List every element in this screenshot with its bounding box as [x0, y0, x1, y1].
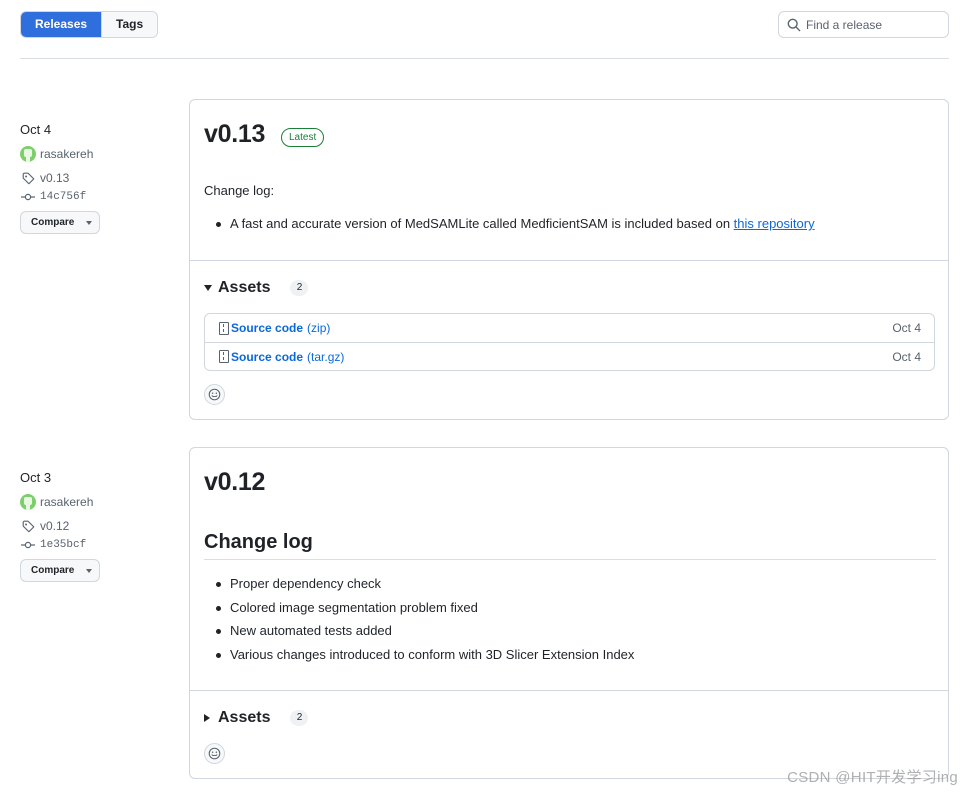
assets-toggle[interactable]: Assets 2 — [204, 708, 309, 728]
toolbar-divider — [20, 58, 949, 59]
changelog-item-text: A fast and accurate version of MedSAMLit… — [230, 216, 734, 231]
search-icon — [787, 18, 801, 32]
release-meta: Oct 4 rasakereh v0.13 14c756f Compare — [20, 122, 160, 234]
changelog-heading: Change log — [204, 531, 313, 553]
heading-underline — [204, 559, 936, 560]
section-divider — [190, 260, 948, 261]
author-name[interactable]: rasakereh — [40, 495, 93, 509]
release-commit[interactable]: 14c756f — [20, 189, 160, 205]
search-input[interactable] — [806, 16, 944, 33]
compare-button[interactable]: Compare — [20, 211, 100, 234]
author-name[interactable]: rasakereh — [40, 147, 93, 161]
file-zip-icon — [219, 350, 229, 363]
list-item: Colored image segmentation problem fixed — [204, 600, 634, 624]
tags-tab[interactable]: Tags — [101, 12, 158, 37]
tag-label[interactable]: v0.13 — [40, 171, 69, 185]
releases-tags-toggle: Releases Tags — [20, 11, 159, 38]
repository-link[interactable]: this repository — [734, 216, 815, 231]
release-date: Oct 4 — [20, 122, 52, 137]
changelog-list: A fast and accurate version of MedSAMLit… — [204, 216, 815, 240]
assets-list: Source code (zip) Oct 4 Source code (tar… — [204, 313, 935, 371]
commit-sha[interactable]: 1e35bcf — [40, 539, 86, 551]
avatar — [20, 146, 36, 162]
smiley-icon — [208, 747, 221, 760]
releases-tab[interactable]: Releases — [21, 12, 102, 37]
list-item: A fast and accurate version of MedSAMLit… — [204, 216, 815, 240]
tag-label[interactable]: v0.12 — [40, 519, 69, 533]
list-item: Proper dependency check — [204, 576, 634, 600]
latest-badge: Latest — [281, 128, 325, 147]
assets-title: Assets — [218, 279, 271, 296]
list-item: New automated tests added — [204, 623, 634, 647]
list-item[interactable]: Source code (tar.gz) Oct 4 — [205, 342, 934, 370]
add-reaction-button[interactable] — [204, 743, 225, 764]
changelog-label: Change log: — [204, 183, 275, 198]
section-divider — [190, 690, 948, 691]
triangle-down-icon — [204, 285, 212, 291]
releases-toolbar: Releases Tags — [20, 11, 949, 38]
release-meta: Oct 3 rasakereh v0.12 1e35bcf Compare — [20, 470, 160, 582]
asset-date: Oct 4 — [892, 321, 921, 335]
find-release-search[interactable] — [778, 11, 949, 38]
assets-count-badge: 2 — [290, 280, 309, 296]
release-card: v0.12 Change log Proper dependency check… — [189, 447, 949, 779]
compare-label: Compare — [31, 217, 75, 228]
compare-label: Compare — [31, 565, 75, 576]
avatar — [20, 494, 36, 510]
chevron-down-icon — [86, 220, 93, 225]
release-tag[interactable]: v0.13 — [20, 170, 160, 186]
asset-ext[interactable]: (zip) — [307, 321, 330, 335]
assets-toggle[interactable]: Assets 2 — [204, 278, 309, 298]
commit-icon — [20, 189, 36, 205]
watermark: CSDN @HIT开发学习ing — [787, 769, 958, 786]
release-date: Oct 3 — [20, 470, 52, 485]
smiley-icon — [208, 388, 221, 401]
list-item[interactable]: Source code (zip) Oct 4 — [205, 314, 934, 342]
release-author[interactable]: rasakereh — [20, 494, 160, 510]
tag-icon — [20, 170, 36, 186]
commit-icon — [20, 537, 36, 553]
changelog-list: Proper dependency check Colored image se… — [204, 576, 634, 670]
release-card: v0.13 Latest Change log: A fast and accu… — [189, 99, 949, 420]
release-tag[interactable]: v0.12 — [20, 518, 160, 534]
list-item: Various changes introduced to conform wi… — [204, 647, 634, 671]
asset-ext[interactable]: (tar.gz) — [307, 350, 344, 364]
chevron-down-icon — [86, 568, 93, 573]
assets-count-badge: 2 — [290, 710, 309, 726]
asset-date: Oct 4 — [892, 349, 921, 364]
asset-name[interactable]: Source code — [231, 321, 303, 335]
release-commit[interactable]: 1e35bcf — [20, 537, 160, 553]
assets-title: Assets — [218, 709, 271, 726]
tag-icon — [20, 518, 36, 534]
triangle-right-icon — [204, 714, 210, 722]
file-zip-icon — [219, 321, 229, 335]
release-title[interactable]: v0.12 — [204, 468, 265, 497]
commit-sha[interactable]: 14c756f — [40, 191, 86, 203]
release-title[interactable]: v0.13 — [204, 120, 265, 149]
asset-name[interactable]: Source code — [231, 350, 303, 364]
release-author[interactable]: rasakereh — [20, 146, 160, 162]
compare-button[interactable]: Compare — [20, 559, 100, 582]
add-reaction-button[interactable] — [204, 384, 225, 405]
